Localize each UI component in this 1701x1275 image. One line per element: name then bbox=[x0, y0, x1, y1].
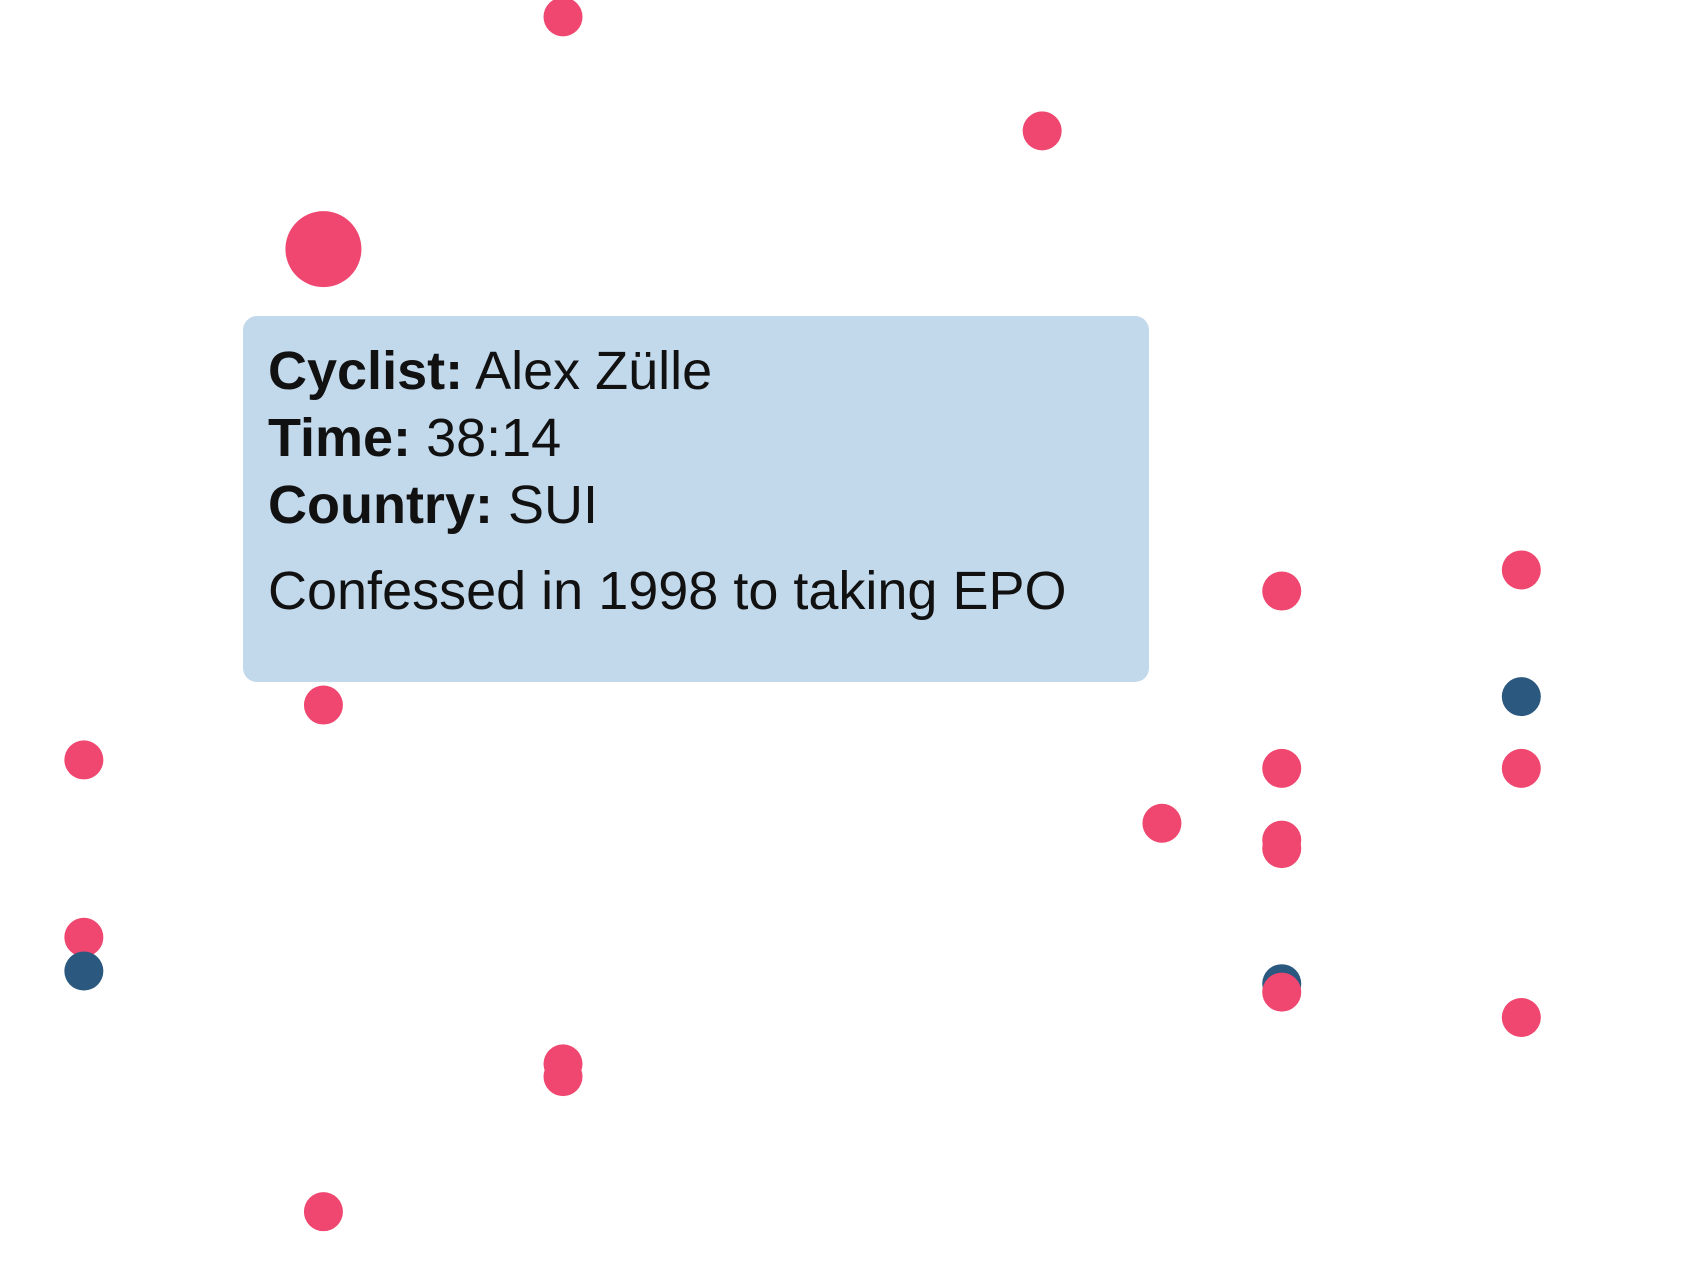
tooltip-cyclist-row: Cyclist: Alex Zülle bbox=[268, 338, 1124, 405]
tooltip-cyclist-label: Cyclist: bbox=[268, 341, 464, 401]
data-point[interactable] bbox=[1262, 571, 1302, 611]
data-point[interactable] bbox=[1022, 111, 1062, 151]
tooltip-time-label: Time: bbox=[268, 408, 412, 468]
data-point[interactable] bbox=[1262, 972, 1302, 1012]
data-point[interactable] bbox=[543, 1057, 583, 1097]
data-point[interactable] bbox=[303, 1192, 343, 1232]
tooltip-country-row: Country: SUI bbox=[268, 472, 1124, 539]
tooltip-cyclist-value: Alex Zülle bbox=[475, 341, 713, 401]
tooltip-doping-note: Confessed in 1998 to taking EPO bbox=[268, 561, 1067, 621]
data-point[interactable] bbox=[1501, 997, 1541, 1037]
data-point[interactable] bbox=[64, 951, 104, 991]
data-point[interactable] bbox=[1142, 803, 1182, 843]
data-point[interactable] bbox=[1501, 550, 1541, 590]
data-point[interactable] bbox=[1262, 748, 1302, 788]
chart-stage: Cyclist: Alex Zülle Time: 38:14 Country:… bbox=[0, 0, 1701, 1275]
tooltip: Cyclist: Alex Zülle Time: 38:14 Country:… bbox=[243, 316, 1149, 682]
data-point[interactable] bbox=[64, 917, 104, 957]
tooltip-country-label: Country: bbox=[268, 475, 493, 535]
tooltip-time-value: 38:14 bbox=[426, 408, 562, 468]
data-point[interactable] bbox=[303, 685, 343, 725]
data-point[interactable] bbox=[1262, 829, 1302, 869]
data-point[interactable] bbox=[64, 740, 104, 780]
data-point-highlighted[interactable] bbox=[285, 211, 362, 288]
tooltip-country-value: SUI bbox=[507, 475, 599, 535]
tooltip-time-row: Time: 38:14 bbox=[268, 405, 1124, 472]
data-point[interactable] bbox=[1501, 748, 1541, 788]
data-point[interactable] bbox=[543, 0, 583, 37]
data-point[interactable] bbox=[1501, 677, 1541, 717]
